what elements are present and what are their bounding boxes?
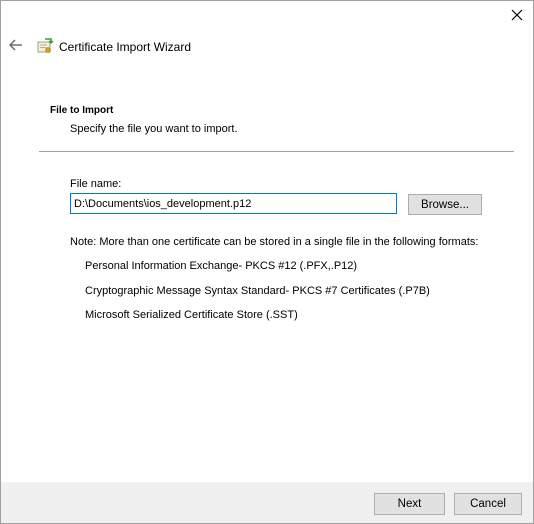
page-subheading: Specify the file you want to import. <box>70 123 238 135</box>
back-arrow-icon <box>8 38 24 57</box>
title-bar <box>1 1 533 33</box>
page-heading: File to Import <box>50 105 114 116</box>
wizard-title: Certificate Import Wizard <box>59 40 192 54</box>
next-button[interactable]: Next <box>374 493 445 515</box>
format-item-sst: Microsoft Serialized Certificate Store (… <box>85 309 298 321</box>
formats-note: Note: More than one certificate can be s… <box>70 236 479 248</box>
format-item-pkcs7: Cryptographic Message Syntax Standard- P… <box>85 285 430 297</box>
back-button[interactable] <box>3 35 29 59</box>
format-item-pkcs12: Personal Information Exchange- PKCS #12 … <box>85 260 358 272</box>
file-name-input[interactable] <box>70 193 397 214</box>
close-icon <box>511 8 523 26</box>
wizard-footer: Next Cancel <box>1 482 533 523</box>
close-button[interactable] <box>501 1 533 33</box>
header-separator <box>39 151 514 152</box>
file-name-label: File name: <box>70 178 122 190</box>
cancel-button[interactable]: Cancel <box>454 493 522 515</box>
browse-button[interactable]: Browse... <box>408 194 482 215</box>
certificate-wizard-icon <box>36 37 54 55</box>
certificate-import-wizard-window: Certificate Import Wizard File to Import… <box>0 0 534 524</box>
